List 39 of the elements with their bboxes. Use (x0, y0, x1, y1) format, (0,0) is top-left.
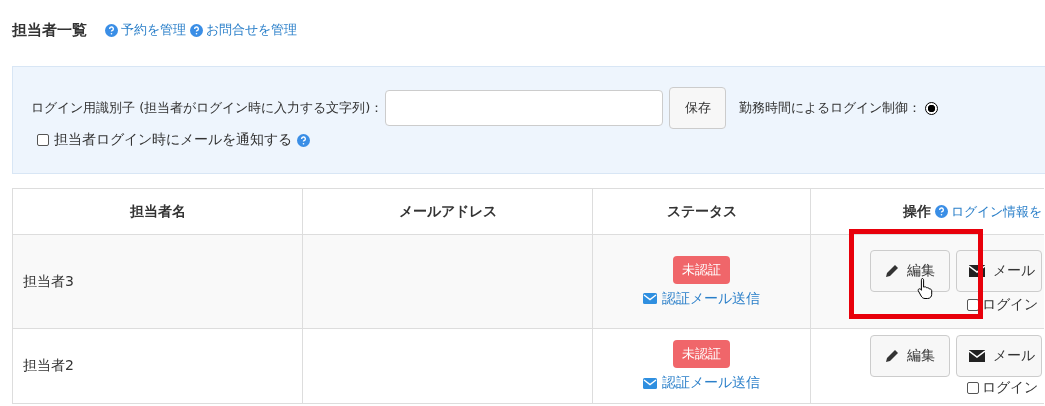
envelope-icon (643, 293, 657, 304)
name-cell: 担当者2 (23, 357, 74, 373)
work-hours-label: 勤務時間によるログイン制御： (739, 99, 922, 117)
identifier-field[interactable] (385, 90, 664, 126)
resend-link[interactable]: 認証メール送信 (643, 374, 760, 392)
mail-button[interactable]: メール (955, 335, 1042, 377)
status-badge: 未認証 (673, 255, 730, 284)
resend-link[interactable]: 認証メール送信 (643, 289, 760, 308)
column-header: メールアドレス (398, 202, 497, 219)
pencil-icon (884, 263, 899, 278)
login-label: ログイン (981, 379, 1038, 397)
help-icon (190, 23, 203, 37)
notify-label: 担当者ログイン時にメールを通知する (54, 131, 292, 149)
column-header: 操作 (902, 202, 931, 221)
checkbox[interactable] (37, 134, 49, 146)
page-title: 担当者一覧 (12, 20, 87, 40)
checkbox[interactable] (966, 382, 979, 394)
help-icon (105, 23, 118, 37)
mail-button[interactable]: メール (955, 249, 1042, 292)
column-header: ステータス (666, 202, 737, 219)
edit-button[interactable]: 編集 (869, 335, 950, 377)
edit-button[interactable]: 編集 (869, 249, 950, 292)
identifier-label: ログイン用識別子 (担当者がログイン時に入力する文字列)： (31, 99, 384, 117)
checkbox[interactable] (966, 298, 979, 311)
help-link[interactable]: お問合せを管理 (190, 21, 297, 39)
help-link[interactable]: 予約を管理 (105, 21, 186, 39)
save-button[interactable]: 保存 (669, 87, 727, 129)
envelope-icon (968, 350, 985, 362)
login-label: ログイン (981, 295, 1038, 314)
name-cell: 担当者3 (23, 272, 74, 289)
envelope-icon (643, 377, 657, 389)
hand-cursor-icon (917, 277, 933, 299)
help-icon[interactable] (297, 133, 310, 147)
status-badge: 未認証 (673, 340, 730, 368)
radio-button[interactable] (925, 101, 939, 115)
help-icon (934, 205, 948, 218)
help-link[interactable]: ログイン情報を (934, 202, 1042, 221)
column-header: 担当者名 (129, 202, 186, 219)
pencil-icon (884, 349, 899, 363)
